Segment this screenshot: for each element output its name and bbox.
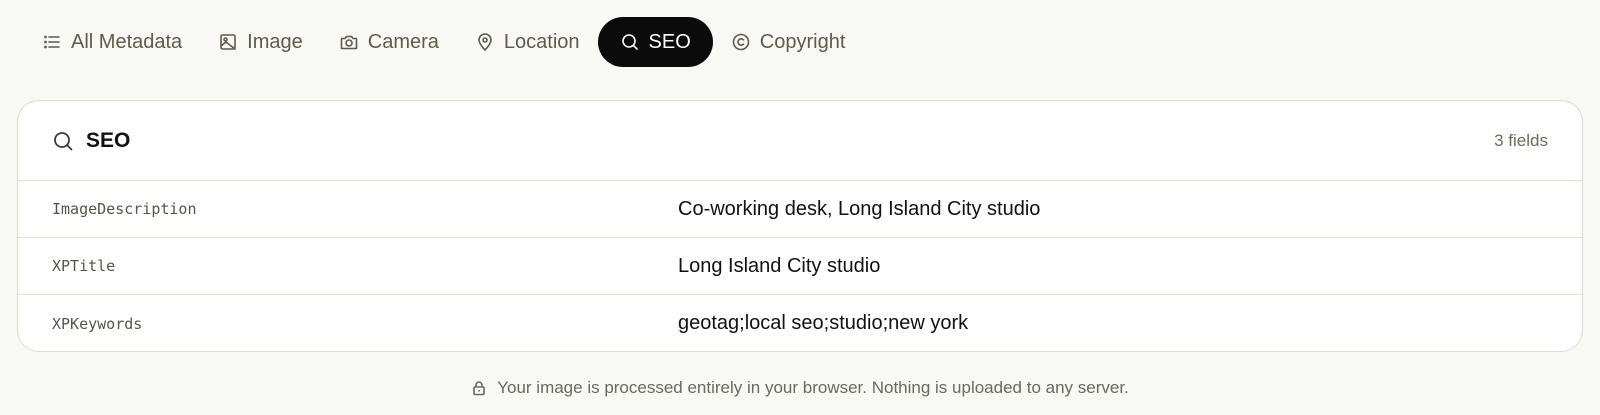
tab-image[interactable]: Image [200, 17, 321, 67]
tab-label: Location [503, 30, 580, 53]
tab-seo[interactable]: SEO [597, 17, 713, 67]
tab-label: Camera [367, 30, 439, 53]
field-value: geotag;local seo;studio;new york [678, 312, 969, 334]
metadata-tabs: All Metadata Image Camera Location SEO C… [24, 16, 863, 68]
lock-icon [473, 381, 486, 396]
tab-copyright[interactable]: Copyright [713, 17, 864, 67]
tab-label: Image [247, 30, 303, 53]
table-row: XPKeywords geotag;local seo;studio;new y… [18, 295, 1582, 351]
tab-location[interactable]: Location [457, 17, 598, 67]
field-value: Co-working desk, Long Island City studio [678, 197, 1041, 220]
privacy-note: Your image is processed entirely in your… [0, 368, 1600, 408]
search-icon [54, 131, 73, 150]
image-icon [220, 34, 236, 50]
seo-panel: SEO 3 fields ImageDescription Co-working… [17, 100, 1583, 352]
field-key: ImageDescription [52, 200, 197, 218]
field-count: 3 fields [1494, 130, 1548, 150]
list-icon [44, 35, 60, 49]
panel-header: SEO 3 fields [18, 101, 1582, 181]
tab-label: Copyright [759, 30, 846, 53]
panel-title: SEO [86, 128, 131, 152]
search-icon [621, 34, 638, 50]
camera-icon [340, 35, 358, 50]
field-key: XPKeywords [52, 314, 143, 333]
tab-label: All Metadata [71, 30, 183, 53]
privacy-text: Your image is processed entirely in your… [497, 378, 1129, 397]
tab-camera[interactable]: Camera [321, 17, 457, 67]
table-row: XPTitle Long Island City studio [18, 238, 1582, 295]
field-value: Long Island City studio [678, 254, 881, 277]
copyright-icon [732, 33, 750, 51]
table-row: ImageDescription Co-working desk, Long I… [18, 181, 1582, 238]
field-key: XPTitle [52, 257, 116, 275]
tab-label: SEO [648, 30, 691, 53]
tab-all-metadata[interactable]: All Metadata [24, 17, 200, 67]
map-pin-icon [478, 33, 492, 51]
